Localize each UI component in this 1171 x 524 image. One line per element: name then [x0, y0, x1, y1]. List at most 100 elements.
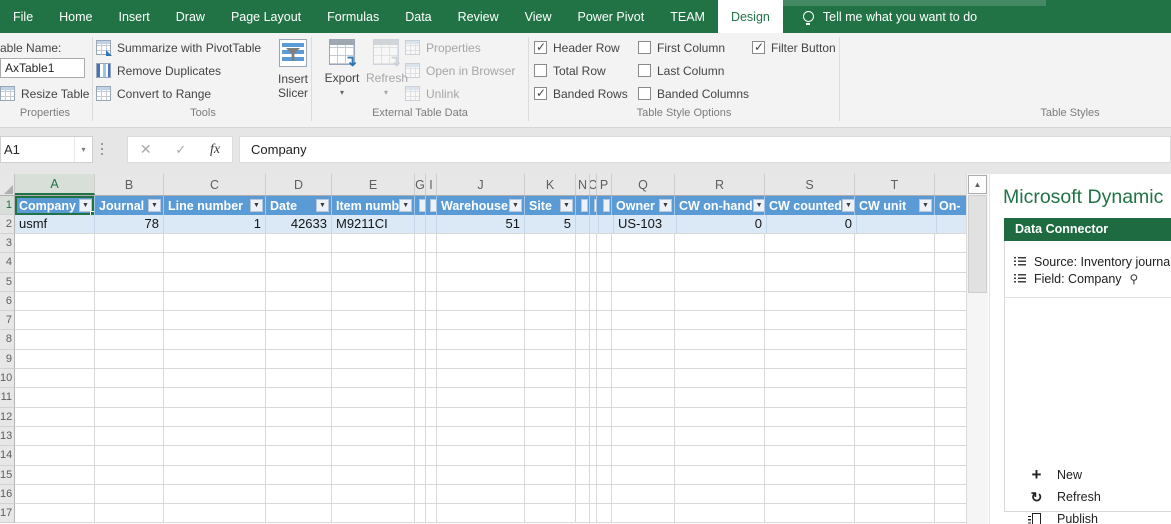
column-letter-D[interactable]: D	[266, 174, 332, 195]
cell-S10[interactable]	[765, 369, 855, 388]
cell-A2[interactable]: usmf	[15, 215, 95, 234]
cell-P10[interactable]	[597, 369, 612, 388]
summarize-with-pivottable-button[interactable]: Summarize with PivotTable	[96, 37, 261, 58]
cell-N14[interactable]	[576, 446, 590, 465]
cell-G2[interactable]	[415, 215, 426, 234]
cell-K12[interactable]	[525, 408, 576, 427]
cell-R16[interactable]	[675, 485, 765, 504]
cell-Q13[interactable]	[612, 427, 675, 446]
column-letter-S[interactable]: S	[765, 174, 855, 195]
tab-power-pivot[interactable]: Power Pivot	[565, 0, 658, 33]
cell-P9[interactable]	[597, 350, 612, 369]
cell-S7[interactable]	[765, 311, 855, 330]
cell-C16[interactable]	[164, 485, 266, 504]
cell-x14[interactable]	[935, 446, 966, 465]
cell-I9[interactable]	[426, 350, 437, 369]
cell-N13[interactable]	[576, 427, 590, 446]
tab-file[interactable]: File	[0, 0, 46, 33]
cell-A11[interactable]	[15, 388, 95, 407]
cell-J3[interactable]	[437, 234, 525, 253]
filter-dropdown-icon[interactable]: ▼	[919, 199, 932, 212]
tab-page-layout[interactable]: Page Layout	[218, 0, 314, 33]
cell-D17[interactable]	[266, 504, 332, 523]
cell-E13[interactable]	[332, 427, 415, 446]
table-header-narrow[interactable]	[415, 196, 426, 215]
cell-x15[interactable]	[935, 466, 966, 485]
cell-C2[interactable]: 1	[164, 215, 266, 234]
cell-E14[interactable]	[332, 446, 415, 465]
cell-O7[interactable]	[590, 311, 597, 330]
cell-J5[interactable]	[437, 273, 525, 292]
cell-A3[interactable]	[15, 234, 95, 253]
cell-E17[interactable]	[332, 504, 415, 523]
cell-K13[interactable]	[525, 427, 576, 446]
cell-T12[interactable]	[855, 408, 935, 427]
cell-N8[interactable]	[576, 330, 590, 349]
cell-S8[interactable]	[765, 330, 855, 349]
cell-S12[interactable]	[765, 408, 855, 427]
cell-J10[interactable]	[437, 369, 525, 388]
cell-G7[interactable]	[415, 311, 426, 330]
column-letter-Q[interactable]: Q	[612, 174, 675, 195]
cell-D11[interactable]	[266, 388, 332, 407]
column-letter-O[interactable]: O	[590, 174, 597, 195]
cell-B7[interactable]	[95, 311, 164, 330]
row-number-17[interactable]: 17	[0, 504, 15, 523]
cell-I14[interactable]	[426, 446, 437, 465]
cell-G10[interactable]	[415, 369, 426, 388]
table-header-narrow[interactable]	[576, 196, 590, 215]
export-button[interactable]: Export ▾	[322, 33, 362, 105]
cell-E11[interactable]	[332, 388, 415, 407]
cell-N11[interactable]	[576, 388, 590, 407]
cell-I12[interactable]	[426, 408, 437, 427]
cell-B4[interactable]	[95, 253, 164, 272]
remove-duplicates-button[interactable]: Remove Duplicates	[96, 60, 221, 81]
cell-x9[interactable]	[935, 350, 966, 369]
cell-S13[interactable]	[765, 427, 855, 446]
cell-P3[interactable]	[597, 234, 612, 253]
row-number-1[interactable]: 1	[0, 196, 15, 215]
cell-K5[interactable]	[525, 273, 576, 292]
tab-review[interactable]: Review	[445, 0, 512, 33]
cell-R3[interactable]	[675, 234, 765, 253]
cell-G16[interactable]	[415, 485, 426, 504]
cell-S3[interactable]	[765, 234, 855, 253]
cell-R4[interactable]	[675, 253, 765, 272]
cell-P17[interactable]	[597, 504, 612, 523]
cell-x16[interactable]	[935, 485, 966, 504]
cell-I3[interactable]	[426, 234, 437, 253]
cell-D16[interactable]	[266, 485, 332, 504]
cell-Q10[interactable]	[612, 369, 675, 388]
row-number-14[interactable]: 14	[0, 446, 15, 465]
cell-R14[interactable]	[675, 446, 765, 465]
cell-O15[interactable]	[590, 466, 597, 485]
cell-G11[interactable]	[415, 388, 426, 407]
cell-D13[interactable]	[266, 427, 332, 446]
cell-J15[interactable]	[437, 466, 525, 485]
cell-A7[interactable]	[15, 311, 95, 330]
table-header-cw-unit[interactable]: CW unit▼	[855, 196, 935, 215]
row-number-15[interactable]: 15	[0, 466, 15, 485]
cell-Q9[interactable]	[612, 350, 675, 369]
cell-T11[interactable]	[855, 388, 935, 407]
tab-draw[interactable]: Draw	[163, 0, 218, 33]
cell-T2[interactable]	[857, 215, 937, 234]
table-header-cw-counted[interactable]: CW counted▼	[765, 196, 855, 215]
cell-J12[interactable]	[437, 408, 525, 427]
cell-x8[interactable]	[935, 330, 966, 349]
cell-P4[interactable]	[597, 253, 612, 272]
cell-N10[interactable]	[576, 369, 590, 388]
cell-J9[interactable]	[437, 350, 525, 369]
tab-home[interactable]: Home	[46, 0, 105, 33]
formula-input[interactable]: Company	[239, 136, 1171, 163]
cell-B8[interactable]	[95, 330, 164, 349]
cell-A13[interactable]	[15, 427, 95, 446]
column-letter-edge[interactable]	[935, 174, 966, 195]
checkbox-last-column[interactable]: Last Column	[638, 60, 724, 81]
cell-Q11[interactable]	[612, 388, 675, 407]
cell-Q3[interactable]	[612, 234, 675, 253]
table-header-date[interactable]: Date▼	[266, 196, 332, 215]
cell-x12[interactable]	[935, 408, 966, 427]
cell-P14[interactable]	[597, 446, 612, 465]
cell-A16[interactable]	[15, 485, 95, 504]
